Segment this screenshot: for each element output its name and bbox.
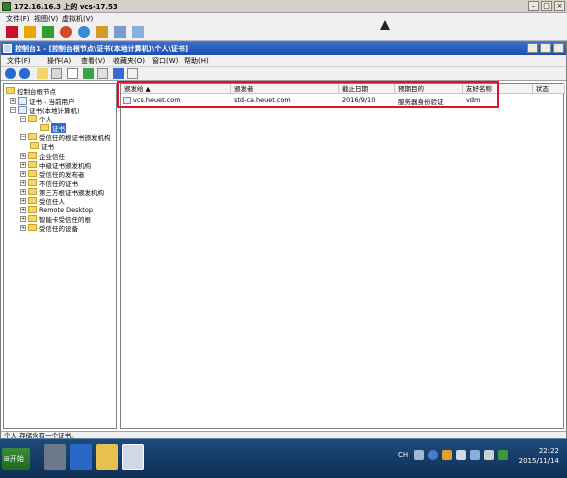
mmc-close-button[interactable]: × xyxy=(553,43,564,53)
tree-trusted-devices[interactable]: + 受信任的设备 xyxy=(20,223,78,233)
menu-window[interactable]: 窗口(W) xyxy=(152,56,178,66)
collapse-icon[interactable]: − xyxy=(20,115,26,122)
menu-view[interactable]: 查看(V) xyxy=(81,56,105,66)
network-icon[interactable] xyxy=(470,450,480,460)
mmc-maximize-button[interactable]: □ xyxy=(540,43,551,53)
expand-icon[interactable]: + xyxy=(20,152,26,159)
collapse-icon[interactable]: − xyxy=(10,106,16,113)
expand-icon[interactable]: + xyxy=(20,197,26,204)
mmc-toolbar xyxy=(1,67,566,81)
mmc-minimize-button[interactable]: – xyxy=(527,43,538,53)
revert-icon[interactable] xyxy=(96,26,108,38)
menu-help[interactable]: 帮助(H) xyxy=(184,56,209,66)
vm-toolbar xyxy=(0,24,567,41)
clock-date: 2015/11/14 xyxy=(518,457,559,465)
send-keys-icon[interactable] xyxy=(132,26,144,38)
certificates-icon xyxy=(18,96,27,105)
folder-icon xyxy=(30,142,39,149)
folder-icon xyxy=(40,124,49,131)
maximize-button[interactable]: □ xyxy=(541,1,552,11)
vm-icon xyxy=(2,2,11,11)
expand-icon[interactable]: + xyxy=(20,206,26,213)
vm-menu-file[interactable]: 文件(F) xyxy=(6,14,30,24)
mouse-cursor-icon xyxy=(380,20,390,30)
language-indicator[interactable]: CH xyxy=(398,448,408,459)
tree-trusted-root[interactable]: − 受信任的根证书颁发机构 xyxy=(20,132,111,142)
taskbar: ⊞开始 CH 22:22 2015/11/14 xyxy=(0,438,567,478)
expand-icon[interactable]: + xyxy=(20,215,26,222)
console-icon xyxy=(3,44,12,53)
powershell-icon[interactable] xyxy=(70,444,92,470)
collapse-icon[interactable]: − xyxy=(20,133,26,140)
vm-menu-view[interactable]: 视图(V) xyxy=(34,14,58,24)
folder-icon xyxy=(28,170,37,177)
tree-root[interactable]: 控制台根节点 xyxy=(6,86,56,96)
vm-title: 172.16.16.3 上的 vcs-17.53 xyxy=(14,3,118,11)
minimize-button[interactable]: – xyxy=(528,1,539,11)
back-icon[interactable] xyxy=(5,68,16,79)
vm-menu-bar: 文件(F) 视图(V) 虚拟机(V) xyxy=(0,13,567,24)
expand-icon[interactable]: + xyxy=(20,161,26,168)
menu-file[interactable]: 文件(F) xyxy=(7,56,31,66)
close-button[interactable]: × xyxy=(554,1,565,11)
flag-icon[interactable] xyxy=(456,450,466,460)
mmc-menu-bar: 文件(F) 操作(A) 查看(V) 收藏夹(O) 窗口(W) 帮助(H) xyxy=(1,55,566,67)
stop-icon[interactable] xyxy=(6,26,18,38)
server-manager-icon[interactable] xyxy=(44,444,66,470)
action-pane-icon[interactable] xyxy=(127,68,138,79)
vm-title-bar: 172.16.16.3 上的 vcs-17.53 – □ × xyxy=(0,0,567,13)
folder-icon xyxy=(28,188,37,195)
folder-icon xyxy=(28,115,37,122)
help-icon[interactable] xyxy=(113,68,124,79)
pause-icon[interactable] xyxy=(24,26,36,38)
clock[interactable]: 22:22 2015/11/14 xyxy=(519,446,559,466)
tree-personal[interactable]: − 个人 xyxy=(20,114,52,124)
mmc-taskbar-icon[interactable] xyxy=(122,444,144,470)
folder-icon xyxy=(28,133,37,140)
folder-icon xyxy=(28,152,37,159)
menu-action[interactable]: 操作(A) xyxy=(47,56,71,66)
tree-trusted-people[interactable]: + 受信任人 xyxy=(20,196,65,206)
show-tree-icon[interactable] xyxy=(51,68,62,79)
forward-icon[interactable] xyxy=(19,68,30,79)
volume-icon[interactable] xyxy=(484,450,494,460)
properties-icon[interactable] xyxy=(67,68,78,79)
keyboard-icon[interactable] xyxy=(414,450,424,460)
folder-icon xyxy=(28,179,37,186)
highlight-box xyxy=(117,81,499,108)
refresh-icon[interactable] xyxy=(83,68,94,79)
expand-icon[interactable]: + xyxy=(20,179,26,186)
explorer-icon[interactable] xyxy=(96,444,118,470)
vm-menu-vm[interactable]: 虚拟机(V) xyxy=(62,14,93,24)
up-folder-icon[interactable] xyxy=(37,68,48,79)
help-tray-icon[interactable] xyxy=(428,450,438,460)
tree-trusted-root-certificates[interactable]: 证书 xyxy=(30,141,54,151)
expand-icon[interactable]: + xyxy=(20,170,26,177)
folder-icon xyxy=(28,224,37,231)
certificate-list: 颁发给 ▲ 颁发者 截止日期 预期目的 友好名称 状态 vcs.heuet.co… xyxy=(120,83,565,429)
snapshot-icon[interactable] xyxy=(78,26,90,38)
column-status[interactable]: 状态 xyxy=(533,84,565,94)
tray-app-icon[interactable] xyxy=(498,450,508,460)
expand-icon[interactable]: + xyxy=(10,97,16,104)
expand-icon[interactable]: + xyxy=(20,188,26,195)
folder-icon xyxy=(28,197,37,204)
clock-time: 22:22 xyxy=(538,447,559,455)
manage-snapshot-icon[interactable] xyxy=(114,26,126,38)
certificates-icon xyxy=(18,105,27,114)
play-icon[interactable] xyxy=(42,26,54,38)
start-button[interactable]: ⊞开始 xyxy=(2,448,30,470)
folder-icon xyxy=(28,161,37,168)
reset-icon[interactable] xyxy=(60,26,72,38)
menu-favorites[interactable]: 收藏夹(O) xyxy=(113,56,145,66)
expand-icon[interactable]: + xyxy=(20,224,26,231)
console-tree: 控制台根节点 + 证书 - 当前用户 − 证书(本地计算机) − 个人 证书 − 受信任… xyxy=(3,83,117,429)
folder-icon xyxy=(6,87,15,94)
mmc-title: 控制台1 - [控制台根节点\证书(本地计算机)\个人\证书] xyxy=(15,45,189,53)
mmc-title-bar: 控制台1 - [控制台根节点\证书(本地计算机)\个人\证书] – □ × xyxy=(1,42,566,55)
notification-icon[interactable] xyxy=(442,450,452,460)
export-icon[interactable] xyxy=(97,68,108,79)
folder-icon xyxy=(28,215,37,222)
folder-icon xyxy=(28,206,37,213)
